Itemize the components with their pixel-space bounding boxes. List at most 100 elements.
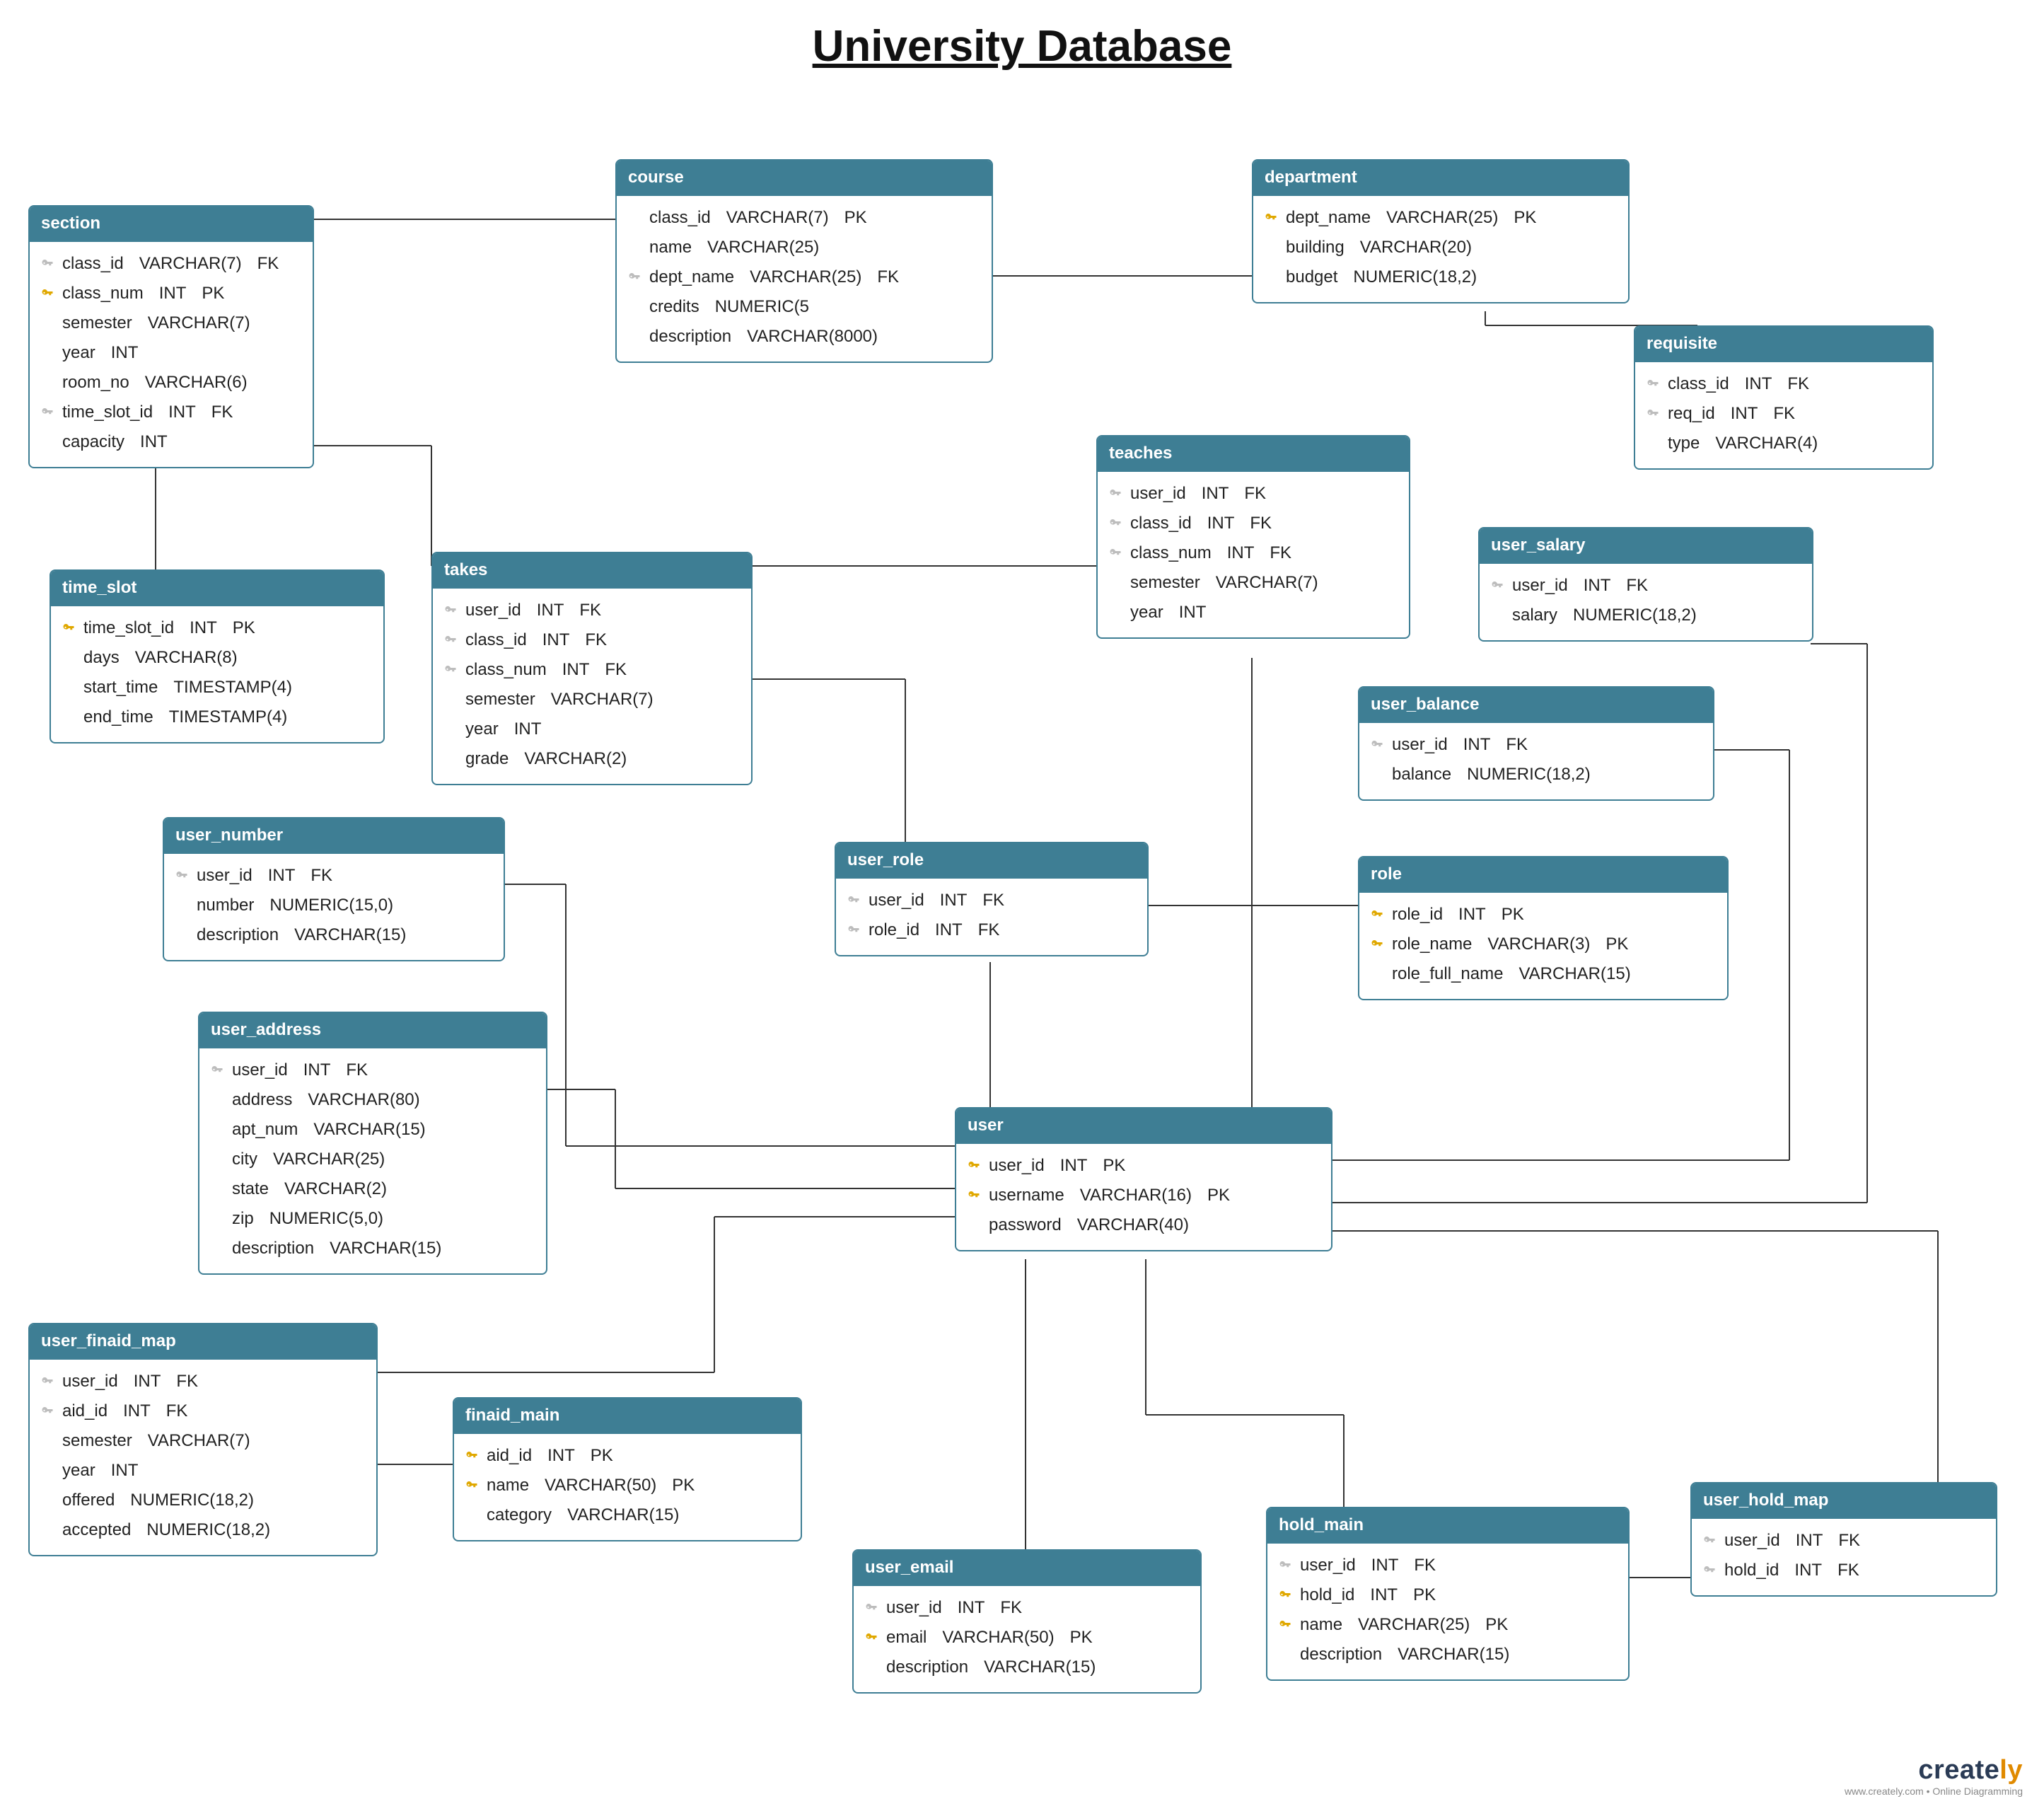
- entity-course[interactable]: courseclass_idVARCHAR(7)PKnameVARCHAR(25…: [615, 159, 993, 363]
- column-type: INT: [140, 427, 168, 457]
- entity-user_finaid_map[interactable]: user_finaid_mapuser_idINTFKaid_idINTFKse…: [28, 1323, 378, 1556]
- column-type: VARCHAR(7): [551, 685, 654, 714]
- column-row: emailVARCHAR(50)PK: [862, 1623, 1192, 1653]
- entity-user_number[interactable]: user_numberuser_idINTFKnumberNUMERIC(15,…: [163, 817, 505, 961]
- column-type: INT: [159, 279, 187, 308]
- column-type: INT: [1227, 538, 1255, 568]
- column-name: hold_id: [1300, 1580, 1354, 1610]
- entity-section[interactable]: sectionclass_idVARCHAR(7)FKclass_numINTP…: [28, 205, 314, 468]
- column-row: role_nameVARCHAR(3)PK: [1368, 930, 1719, 959]
- column-type: VARCHAR(25): [750, 262, 861, 292]
- column-name: semester: [62, 1426, 132, 1456]
- column-type: VARCHAR(25): [273, 1145, 385, 1174]
- foreign-key-icon: [38, 1375, 57, 1388]
- column-row: class_numINTPK: [38, 279, 304, 308]
- column-name: dept_name: [1286, 203, 1371, 233]
- entity-user_balance[interactable]: user_balanceuser_idINTFKbalanceNUMERIC(1…: [1358, 686, 1714, 801]
- primary-key-icon: [1368, 938, 1386, 951]
- foreign-key-icon: [625, 271, 644, 284]
- foreign-key-icon: [441, 604, 460, 617]
- entity-user_salary[interactable]: user_salaryuser_idINTFKsalaryNUMERIC(18,…: [1478, 527, 1813, 642]
- column-name: user_id: [989, 1151, 1045, 1181]
- foreign-key-icon: [208, 1064, 226, 1077]
- column-type: INT: [1796, 1526, 1823, 1556]
- column-type: INT: [958, 1593, 985, 1623]
- entity-hold_main[interactable]: hold_mainuser_idINTFKhold_idINTPKnameVAR…: [1266, 1507, 1630, 1681]
- foreign-key-icon: [1106, 517, 1125, 530]
- column-name: budget: [1286, 262, 1337, 292]
- column-type: VARCHAR(50): [545, 1471, 656, 1500]
- column-key: FK: [211, 398, 233, 427]
- column-row: yearINT: [441, 714, 743, 744]
- column-row: class_idINTFK: [441, 625, 743, 655]
- column-row: semesterVARCHAR(7): [1106, 568, 1400, 598]
- entity-header: user_finaid_map: [30, 1324, 376, 1360]
- column-row: hold_idINTFK: [1700, 1556, 1987, 1585]
- column-row: yearINT: [1106, 598, 1400, 627]
- primary-key-icon: [59, 622, 78, 635]
- column-name: state: [232, 1174, 269, 1204]
- entity-user_email[interactable]: user_emailuser_idINTFKemailVARCHAR(50)PK…: [852, 1549, 1202, 1694]
- column-row: typeVARCHAR(4): [1644, 429, 1924, 458]
- column-row: cityVARCHAR(25): [208, 1145, 538, 1174]
- column-type: VARCHAR(15): [567, 1500, 679, 1530]
- column-name: class_id: [465, 625, 527, 655]
- column-row: creditsNUMERIC(5: [625, 292, 983, 322]
- column-name: role_name: [1392, 930, 1472, 959]
- column-row: semesterVARCHAR(7): [441, 685, 743, 714]
- column-row: dept_nameVARCHAR(25)PK: [1262, 203, 1620, 233]
- column-row: capacityINT: [38, 427, 304, 457]
- foreign-key-icon: [1700, 1564, 1719, 1577]
- entity-teaches[interactable]: teachesuser_idINTFKclass_idINTFKclass_nu…: [1096, 435, 1410, 639]
- entity-time_slot[interactable]: time_slottime_slot_idINTPKdaysVARCHAR(8)…: [50, 569, 385, 744]
- column-type: VARCHAR(7): [726, 203, 829, 233]
- column-row: descriptionVARCHAR(15): [208, 1234, 538, 1263]
- column-row: salaryNUMERIC(18,2): [1488, 601, 1804, 630]
- column-row: user_idINTFK: [1106, 479, 1400, 509]
- entity-user_role[interactable]: user_roleuser_idINTFKrole_idINTFK: [835, 842, 1149, 956]
- column-name: user_id: [1300, 1551, 1356, 1580]
- column-type: TIMESTAMP(4): [169, 702, 288, 732]
- column-name: year: [62, 1456, 95, 1486]
- column-key: PK: [1605, 930, 1628, 959]
- foreign-key-icon: [1644, 407, 1662, 420]
- entity-department[interactable]: departmentdept_nameVARCHAR(25)PKbuilding…: [1252, 159, 1630, 303]
- foreign-key-icon: [1700, 1534, 1719, 1547]
- entity-user_hold_map[interactable]: user_hold_mapuser_idINTFKhold_idINTFK: [1690, 1482, 1997, 1597]
- entity-requisite[interactable]: requisiteclass_idINTFKreq_idINTFKtypeVAR…: [1634, 325, 1934, 470]
- column-type: INT: [190, 613, 217, 643]
- column-row: offeredNUMERIC(18,2): [38, 1486, 368, 1515]
- column-name: aid_id: [487, 1441, 532, 1471]
- column-row: nameVARCHAR(50)PK: [463, 1471, 792, 1500]
- column-name: user_id: [1512, 571, 1568, 601]
- entity-header: user_role: [836, 843, 1147, 879]
- column-name: class_num: [465, 655, 547, 685]
- column-type: INT: [547, 1441, 575, 1471]
- column-name: building: [1286, 233, 1345, 262]
- column-type: VARCHAR(80): [308, 1085, 419, 1115]
- column-type: INT: [537, 596, 564, 625]
- column-type: INT: [1370, 1580, 1398, 1610]
- column-type: VARCHAR(7): [139, 249, 242, 279]
- column-name: user_id: [62, 1367, 118, 1396]
- entity-takes[interactable]: takesuser_idINTFKclass_idINTFKclass_numI…: [431, 552, 753, 785]
- entity-user[interactable]: useruser_idINTPKusernameVARCHAR(16)PKpas…: [955, 1107, 1332, 1251]
- column-type: VARCHAR(15): [313, 1115, 425, 1145]
- column-name: type: [1668, 429, 1700, 458]
- column-key: FK: [605, 655, 627, 685]
- column-key: FK: [166, 1396, 188, 1426]
- column-type: VARCHAR(7): [1216, 568, 1318, 598]
- column-type: VARCHAR(25): [1358, 1610, 1470, 1640]
- column-type: VARCHAR(15): [1519, 959, 1630, 989]
- column-key: FK: [1787, 369, 1809, 399]
- column-type: NUMERIC(18,2): [1467, 760, 1591, 789]
- foreign-key-icon: [441, 664, 460, 676]
- column-key: PK: [1103, 1151, 1125, 1181]
- column-row: dept_nameVARCHAR(25)FK: [625, 262, 983, 292]
- column-row: class_idVARCHAR(7)PK: [625, 203, 983, 233]
- entity-header: finaid_main: [454, 1399, 801, 1434]
- entity-role[interactable]: rolerole_idINTPKrole_nameVARCHAR(3)PKrol…: [1358, 856, 1729, 1000]
- column-row: start_timeTIMESTAMP(4): [59, 673, 375, 702]
- entity-finaid_main[interactable]: finaid_mainaid_idINTPKnameVARCHAR(50)PKc…: [453, 1397, 802, 1541]
- entity-user_address[interactable]: user_addressuser_idINTFKaddressVARCHAR(8…: [198, 1012, 547, 1275]
